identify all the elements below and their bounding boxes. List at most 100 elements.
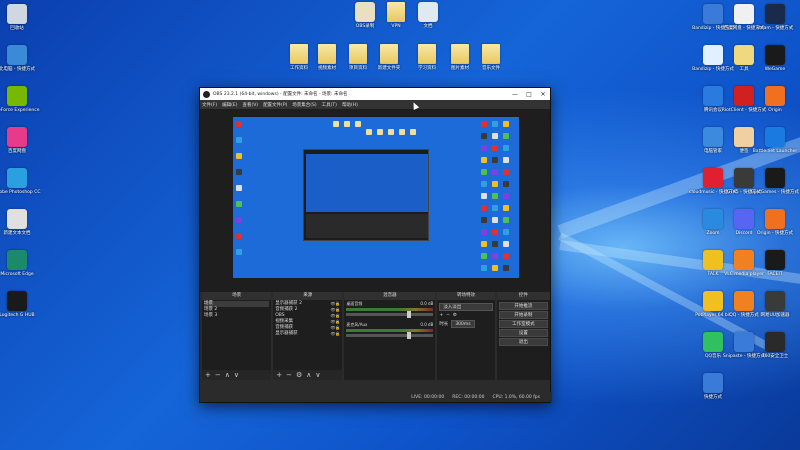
slider-knob[interactable]: [407, 332, 412, 339]
slider-knob[interactable]: [407, 311, 412, 318]
eye-lock-icon[interactable]: 👁🔒: [330, 331, 340, 337]
desktop-icon[interactable]: 新建文本文档: [0, 209, 40, 237]
studio-mode-button[interactable]: 工作室模式: [498, 320, 549, 328]
desktop-icon[interactable]: Origin - 快捷方式: [752, 209, 798, 237]
app-icon: [703, 373, 723, 393]
sources-dock: 来源 显示器捕获 2 👁🔒 音频捕获 2 👁🔒 OBS 👁🔒 视频采集 👁🔒 音频捕获 👁…: [273, 292, 343, 380]
desktop-icon[interactable]: Origin: [752, 86, 798, 114]
menu-help[interactable]: 帮助(H): [342, 102, 358, 108]
desktop-icon[interactable]: 网易UU加速器: [752, 291, 798, 319]
start-streaming-button[interactable]: 开始推流: [498, 302, 549, 310]
remove-icon[interactable]: −: [286, 371, 292, 379]
desktop-icon[interactable]: 音乐文件: [468, 44, 514, 72]
gear-icon[interactable]: ⚙: [296, 371, 302, 379]
app-icon: [734, 332, 754, 352]
app-icon: [734, 250, 754, 270]
settings-button[interactable]: 设置: [498, 329, 549, 337]
volume-slider[interactable]: [346, 332, 434, 339]
menu-tools[interactable]: 工具(T): [322, 102, 337, 108]
menu-profile[interactable]: 配置文件(P): [263, 102, 287, 108]
minimize-button[interactable]: —: [508, 91, 522, 98]
desktop-icon-label: 电脑管家: [704, 149, 722, 154]
remove-icon[interactable]: −: [215, 371, 221, 379]
app-icon: [703, 291, 723, 311]
desktop-icon-label: TALK: [707, 272, 719, 277]
desktop-icon[interactable]: WeGame: [752, 45, 798, 73]
desktop-icon[interactable]: steam - 快捷方式: [752, 4, 798, 32]
app-icon: [765, 86, 785, 106]
mixer-dock: 混音器 桌面音频 0.0 dB 麦克风/Aux 0.0 dB: [344, 292, 436, 380]
preview-mini-icon: [333, 121, 339, 127]
desktop-icon[interactable]: Microsoft Edge: [0, 250, 40, 278]
desktop-icon-label: Origin: [768, 108, 782, 113]
obs-menubar: 文件(F) 编辑(E) 查看(V) 配置文件(P) 场景集合(S) 工具(T) …: [200, 100, 550, 109]
duration-input[interactable]: 300ms: [451, 320, 475, 328]
transition-select[interactable]: 淡入淡出: [439, 303, 493, 311]
sources-toolbar: + − ⚙ ∧ ∨: [273, 370, 342, 380]
desktop-icon-label: 图片素材: [451, 66, 469, 71]
up-arrow-icon[interactable]: ∧: [225, 371, 230, 379]
obs-titlebar[interactable]: OBS 23.2.1 (64-bit, windows) - 配置文件: 未命名…: [200, 88, 550, 100]
menu-file[interactable]: 文件(F): [202, 102, 217, 108]
preview-mini-icon: [492, 265, 498, 271]
add-icon[interactable]: +: [439, 313, 443, 318]
app-icon: [734, 86, 754, 106]
gear-icon[interactable]: ⚙: [453, 313, 457, 318]
maximize-button[interactable]: □: [522, 91, 536, 98]
desktop-icon[interactable]: Logitech G HUB: [0, 291, 40, 319]
desktop-icon[interactable]: GeForce Experience: [0, 86, 40, 114]
desktop-icon[interactable]: 回收站: [0, 4, 40, 32]
start-recording-button[interactable]: 开始录制: [498, 311, 549, 319]
preview-mini-icon: [503, 265, 509, 271]
folder-icon: [318, 44, 336, 64]
menu-scene-collection[interactable]: 场景集合(S): [292, 102, 316, 108]
desktop-icon[interactable]: 快捷方式: [690, 373, 736, 401]
sources-header: 来源: [273, 292, 343, 300]
desktop-icon-label: GeForce Experience: [0, 108, 40, 113]
add-icon[interactable]: +: [276, 371, 282, 379]
app-icon: [418, 2, 438, 22]
desktop-icon[interactable]: Adobe Photoshop CC: [0, 168, 41, 196]
desktop-icon-label: 腾讯会议: [704, 108, 722, 113]
source-item[interactable]: 显示器捕获 👁🔒: [275, 331, 340, 337]
obs-preview-canvas[interactable]: [233, 117, 519, 278]
desktop-icon-label: 新建文本文档: [3, 231, 31, 236]
scene-item[interactable]: 场景 3: [204, 313, 269, 319]
controls-body: 开始推流 开始录制 工作室模式 设置 退出: [496, 300, 551, 380]
obs-window[interactable]: OBS 23.2.1 (64-bit, windows) - 配置文件: 未命名…: [199, 87, 552, 403]
preview-mini-icon: [236, 185, 242, 191]
app-icon: [734, 4, 754, 24]
sources-list: 显示器捕获 2 👁🔒 音频捕获 2 👁🔒 OBS 👁🔒 视频采集 👁🔒 音频捕获 👁🔒 显…: [273, 300, 343, 370]
obs-preview-area[interactable]: [200, 109, 550, 292]
close-button[interactable]: ✕: [536, 91, 550, 98]
menu-view[interactable]: 查看(V): [242, 102, 258, 108]
preview-mini-icon: [503, 205, 509, 211]
channel-level: 0.0 dB: [420, 301, 434, 306]
menu-edit[interactable]: 编辑(E): [222, 102, 237, 108]
desktop-icon-label: Battle.net Launcher: [752, 149, 798, 154]
desktop-icon-label: 回收站: [10, 26, 24, 31]
desktop-icon-label: 快捷方式: [704, 395, 722, 400]
exit-button[interactable]: 退出: [498, 338, 549, 346]
desktop-icon[interactable]: EpicGames - 快捷方式: [751, 168, 799, 196]
desktop-icon[interactable]: Battle.net Launcher: [752, 127, 798, 155]
app-icon: [765, 209, 785, 229]
obs-docks: 场景 场景 场景 2 场景 3 + − ∧ ∨ 来源 显示器捕获 2 👁🔒 音频捕…: [200, 292, 552, 380]
app-icon: [7, 127, 27, 147]
preview-mini-icon: [492, 121, 498, 127]
up-arrow-icon[interactable]: ∧: [306, 371, 311, 379]
preview-mini-icon: [236, 217, 242, 223]
down-arrow-icon[interactable]: ∨: [315, 371, 320, 379]
desktop-icon[interactable]: 此电脑 - 快捷方式: [0, 45, 40, 73]
volume-slider[interactable]: [346, 311, 434, 318]
desktop-icon[interactable]: 百度网盘: [0, 127, 40, 155]
desktop-icon-label: FACEIT: [767, 272, 783, 277]
desktop-icon[interactable]: 文档: [405, 2, 451, 30]
desktop-icon[interactable]: FACEIT: [752, 250, 798, 278]
down-arrow-icon[interactable]: ∨: [234, 371, 239, 379]
remove-icon[interactable]: −: [446, 313, 450, 318]
source-label: 显示器捕获: [275, 331, 298, 336]
add-icon[interactable]: +: [205, 371, 211, 379]
desktop-icon[interactable]: 360安全卫士: [752, 332, 798, 360]
preview-mini-icon: [481, 133, 487, 139]
